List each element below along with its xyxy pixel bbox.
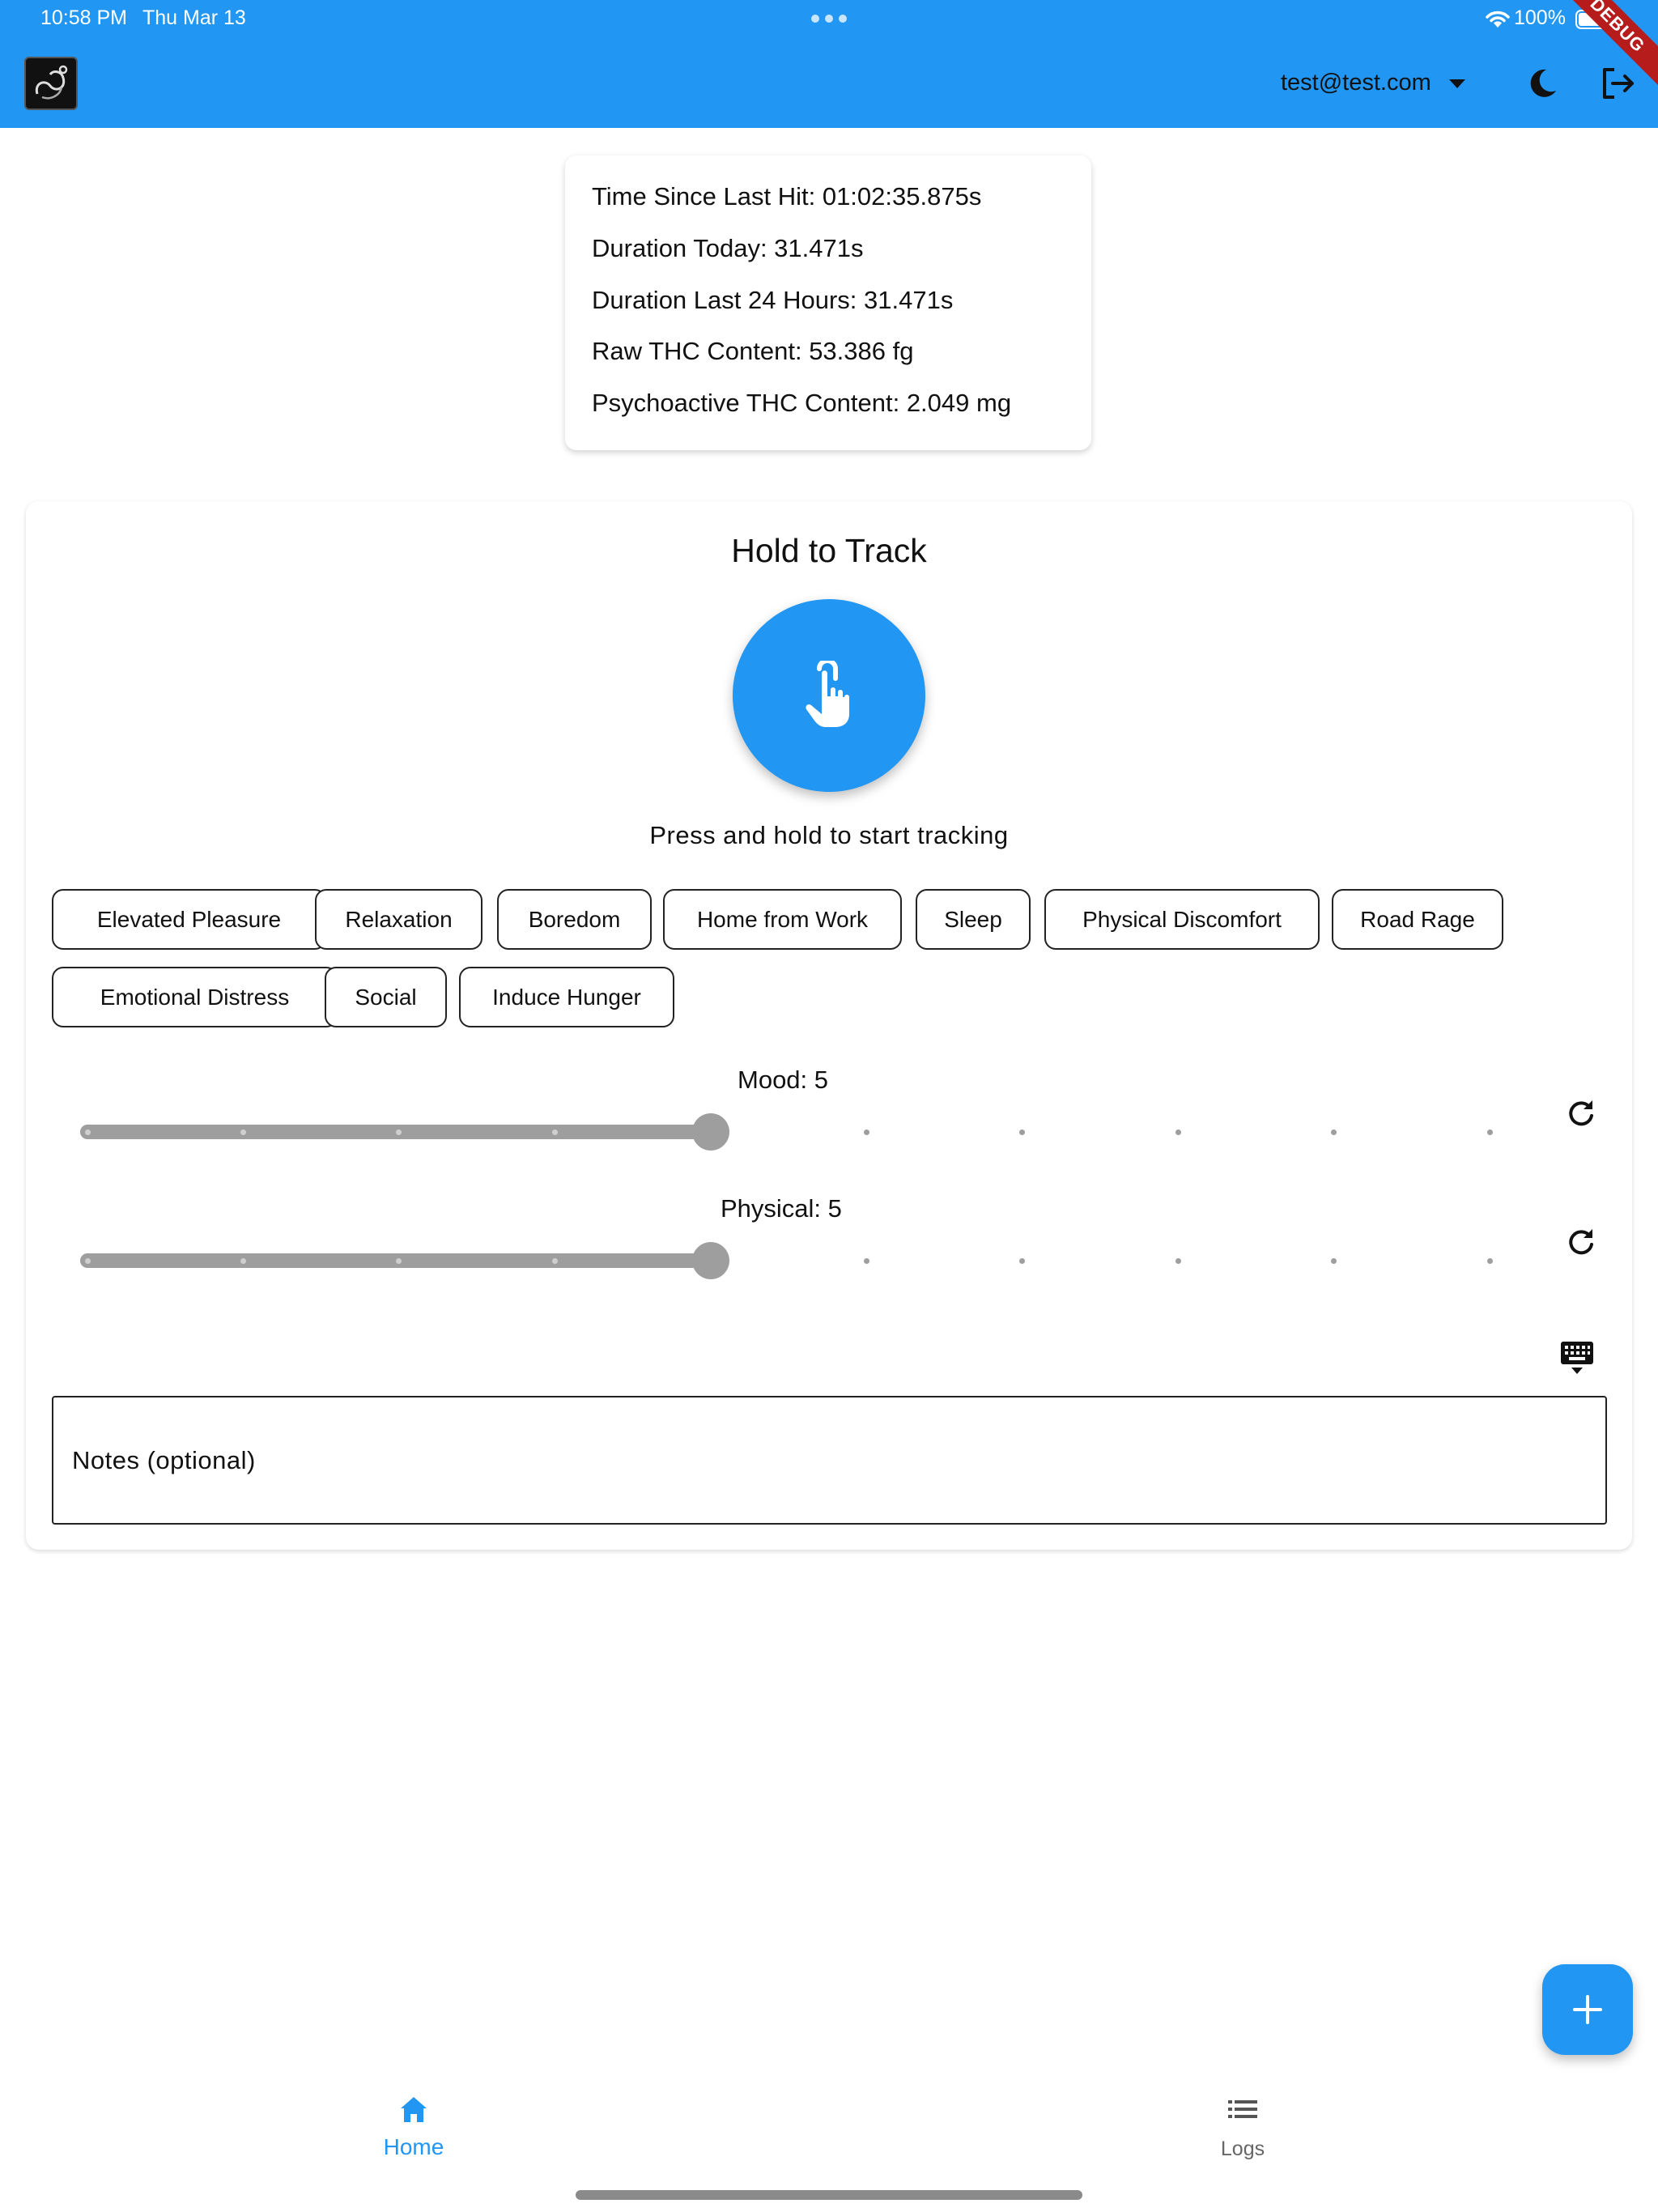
keyboard-hide-icon[interactable] xyxy=(1559,1340,1595,1376)
reset-physical-icon[interactable] xyxy=(1565,1225,1597,1257)
status-time: 10:58 PM xyxy=(40,6,128,29)
reason-chip-physical-discomfort[interactable]: Physical Discomfort xyxy=(1044,889,1320,950)
slider-tick xyxy=(551,1257,558,1264)
reason-chip-sleep[interactable]: Sleep xyxy=(916,889,1031,950)
reason-chip-road-rage[interactable]: Road Rage xyxy=(1332,889,1503,950)
reason-chip-emotional-distress[interactable]: Emotional Distress xyxy=(52,967,338,1027)
track-card: Hold to Track Press and hold to start tr… xyxy=(26,501,1632,1550)
slider-tick xyxy=(84,1257,91,1264)
slider-tick xyxy=(1019,1129,1026,1135)
add-fab-button[interactable] xyxy=(1542,1964,1633,2055)
slider-tick xyxy=(551,1129,558,1135)
nav-logs[interactable]: Logs xyxy=(1162,2081,1324,2178)
hold-to-track-button[interactable] xyxy=(733,599,925,792)
battery-percent: 100% xyxy=(1514,6,1566,29)
app-bar: 10:58 PM Thu Mar 13 100% DEBUG test@test… xyxy=(0,0,1658,128)
slider-tick xyxy=(1175,1129,1181,1135)
multitasking-dots-icon[interactable] xyxy=(811,15,847,23)
logout-icon[interactable] xyxy=(1600,66,1637,100)
slider-tick xyxy=(1331,1257,1337,1264)
plus-icon xyxy=(1573,1995,1602,2024)
touch-hand-icon xyxy=(806,661,849,727)
notes-input[interactable] xyxy=(52,1396,1607,1525)
time-since-last-hit: Time Since Last Hit: 01:02:35.875s xyxy=(592,182,982,211)
reason-chip-boredom[interactable]: Boredom xyxy=(497,889,652,950)
stats-card: Time Since Last Hit: 01:02:35.875s Durat… xyxy=(565,155,1091,450)
physical-label: Physical: 5 xyxy=(721,1194,842,1223)
reason-chip-home-from-work[interactable]: Home from Work xyxy=(663,889,902,950)
slider-tick xyxy=(396,1257,402,1264)
nav-home[interactable]: Home xyxy=(333,2081,495,2178)
slider-tick xyxy=(1019,1257,1026,1264)
slider-tick xyxy=(1486,1129,1493,1135)
chevron-down-icon[interactable] xyxy=(1449,79,1465,88)
slider-tick xyxy=(84,1129,91,1135)
reason-chip-induce-hunger[interactable]: Induce Hunger xyxy=(459,967,674,1027)
slider-thumb[interactable] xyxy=(691,1113,729,1151)
user-email-dropdown[interactable]: test@test.com xyxy=(1281,70,1431,96)
mood-label: Mood: 5 xyxy=(738,1066,829,1094)
home-icon xyxy=(401,2097,427,2122)
duration-today: Duration Today: 31.471s xyxy=(592,234,864,262)
track-hint: Press and hold to start tracking xyxy=(649,821,1009,849)
slider-thumb[interactable] xyxy=(691,1242,729,1279)
app-logo-icon[interactable] xyxy=(24,57,78,110)
list-icon xyxy=(1228,2100,1257,2118)
nav-home-label: Home xyxy=(383,2134,444,2159)
moon-icon[interactable] xyxy=(1525,66,1559,100)
slider-tick xyxy=(1331,1129,1337,1135)
psychoactive-thc-content: Psychoactive THC Content: 2.049 mg xyxy=(592,389,1012,417)
slider-tick xyxy=(396,1129,402,1135)
slider-tick xyxy=(240,1257,246,1264)
slider-tick xyxy=(1175,1257,1181,1264)
track-title: Hold to Track xyxy=(731,532,927,569)
nav-logs-label: Logs xyxy=(1220,2138,1265,2160)
slider-tick xyxy=(863,1129,869,1135)
reason-chip-elevated-pleasure[interactable]: Elevated Pleasure xyxy=(52,889,326,950)
reason-chip-relaxation[interactable]: Relaxation xyxy=(315,889,483,950)
slider-tick xyxy=(863,1257,869,1264)
wifi-icon xyxy=(1486,11,1510,28)
home-indicator xyxy=(576,2190,1082,2200)
slider-tick xyxy=(1486,1257,1493,1264)
status-date: Thu Mar 13 xyxy=(142,6,246,29)
raw-thc-content: Raw THC Content: 53.386 fg xyxy=(592,337,914,365)
slider-tick xyxy=(240,1129,246,1135)
reset-mood-icon[interactable] xyxy=(1565,1096,1597,1129)
reason-chip-social[interactable]: Social xyxy=(325,967,447,1027)
duration-last-24-hours: Duration Last 24 Hours: 31.471s xyxy=(592,286,954,314)
